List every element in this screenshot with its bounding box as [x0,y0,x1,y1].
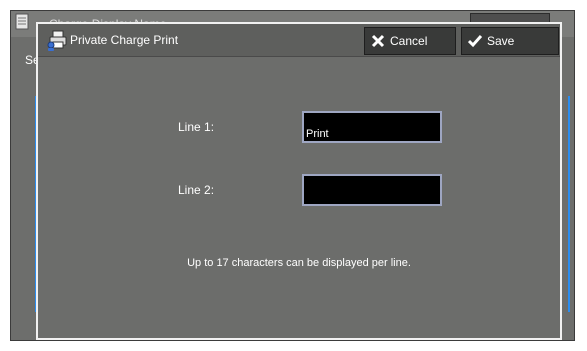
line-2-input[interactable] [302,174,442,206]
background-frame-right [568,96,570,312]
line-1-input[interactable]: Print [302,111,442,143]
save-label: Save [487,34,515,48]
document-icon [15,13,29,30]
dialog-header: Private Charge Print Cancel Save [38,24,560,57]
line-2-label: Line 2: [178,183,215,197]
line-1-label: Line 1: [178,120,215,134]
cancel-label: Cancel [390,34,428,48]
line-1-value: Print [306,128,329,140]
printer-user-icon [47,30,67,51]
checkmark-icon [468,35,482,48]
save-button[interactable]: Save [461,27,559,55]
private-charge-print-dialog: Private Charge Print Cancel Save Line 1:… [36,22,562,340]
cancel-button[interactable]: Cancel [364,27,456,55]
dialog-title: Private Charge Print [70,33,179,47]
close-icon [371,34,385,48]
character-limit-hint: Up to 17 characters can be displayed per… [187,257,411,269]
